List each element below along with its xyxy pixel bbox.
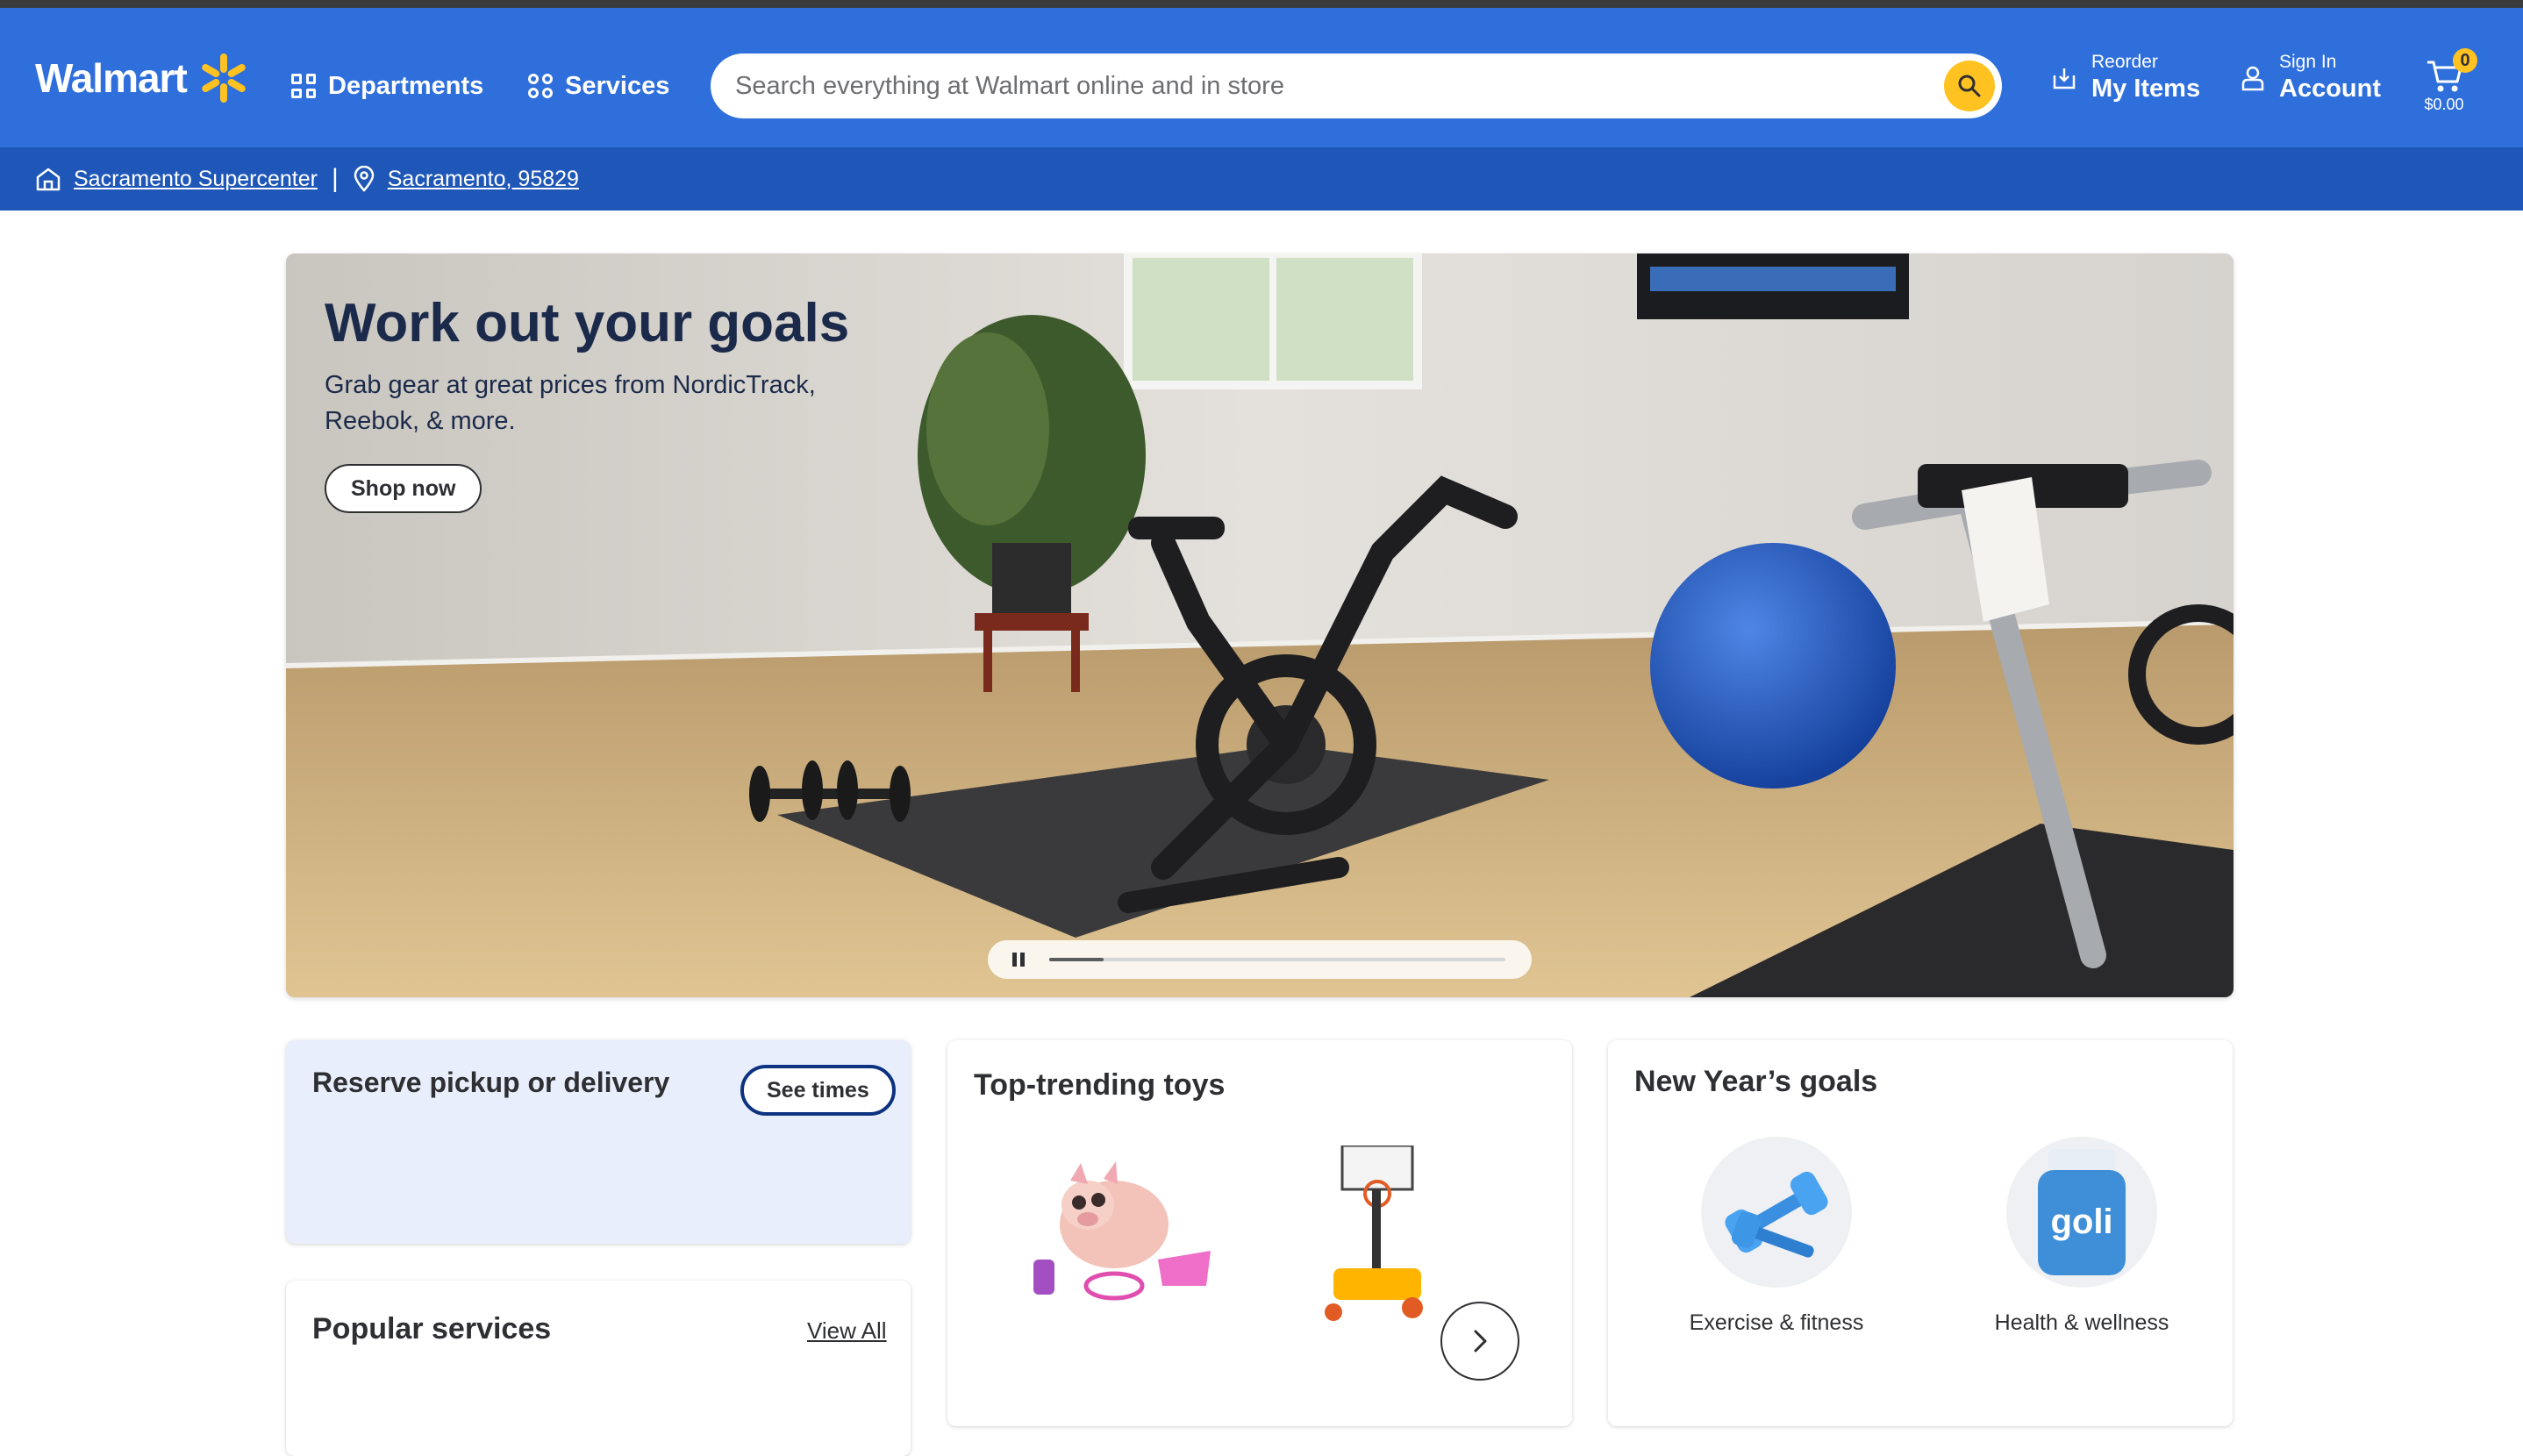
shop-now-button[interactable]: Shop now bbox=[325, 464, 482, 513]
account-icon bbox=[2241, 66, 2264, 90]
services-button[interactable]: Services bbox=[528, 62, 669, 110]
see-times-button[interactable]: See times bbox=[740, 1065, 896, 1116]
toys-title: Top-trending toys bbox=[974, 1068, 1226, 1102]
location-separator: | bbox=[331, 164, 339, 193]
pig-toy-image[interactable] bbox=[1026, 1154, 1219, 1312]
home-gym-photo bbox=[286, 253, 2234, 997]
goals-title: New Year’s goals bbox=[1634, 1065, 1878, 1098]
goal-health-wellness[interactable]: goli Health & wellness bbox=[1968, 1137, 2196, 1336]
carousel-controls bbox=[988, 940, 1532, 979]
next-carousel-button[interactable] bbox=[1440, 1302, 1519, 1381]
store-icon bbox=[36, 168, 61, 191]
services-icon bbox=[528, 74, 553, 98]
sign-in-label: Sign In bbox=[2279, 52, 2337, 72]
reserve-title: Reserve pickup or delivery bbox=[312, 1067, 670, 1098]
new-years-goals-card: New Year’s goals Exercise & fitness goli… bbox=[1608, 1040, 2233, 1426]
account-button[interactable]: Sign In Account bbox=[2241, 52, 2381, 103]
chevron-right-icon bbox=[1474, 1330, 1487, 1353]
zip-link[interactable]: Sacramento, 95829 bbox=[388, 167, 579, 192]
dumbbell-image bbox=[1701, 1137, 1852, 1288]
cart-total: $0.00 bbox=[2424, 96, 2464, 113]
departments-button[interactable]: Departments bbox=[291, 62, 483, 110]
my-items-label: My Items bbox=[2091, 75, 2201, 103]
store-location-bar: Sacramento Supercenter | Sacramento, 958… bbox=[0, 147, 2523, 211]
goal-label: Health & wellness bbox=[1994, 1310, 2169, 1335]
hero-title: Work out your goals bbox=[325, 293, 850, 353]
goal-label: Exercise & fitness bbox=[1689, 1310, 1864, 1335]
carousel-progress-fill bbox=[1049, 958, 1104, 961]
goal-exercise-fitness[interactable]: Exercise & fitness bbox=[1662, 1137, 1890, 1336]
svg-text:goli: goli bbox=[2050, 1203, 2112, 1241]
search-button[interactable] bbox=[1944, 61, 1995, 111]
search-input[interactable] bbox=[735, 71, 1876, 101]
cart-count-badge: 0 bbox=[2453, 48, 2477, 73]
departments-grid-icon bbox=[291, 74, 316, 98]
reorder-label: Reorder bbox=[2091, 52, 2158, 72]
browser-top-strip bbox=[0, 0, 2523, 8]
trending-toys-card: Top-trending toys bbox=[947, 1040, 1572, 1426]
popular-services-card: Popular services View All bbox=[286, 1281, 911, 1456]
basketball-toy-image[interactable] bbox=[1316, 1146, 1439, 1330]
search-bar bbox=[711, 54, 2002, 118]
services-label: Services bbox=[565, 71, 670, 100]
gummies-jar-image: goli bbox=[2006, 1137, 2157, 1288]
departments-label: Departments bbox=[328, 71, 484, 100]
reserve-pickup-card: Reserve pickup or delivery See times bbox=[286, 1040, 911, 1244]
site-header: Walmart Departments Services Search ever… bbox=[0, 8, 2523, 147]
reorder-icon bbox=[2053, 68, 2076, 89]
carousel-progress-track bbox=[1049, 958, 1505, 961]
hero-banner[interactable]: Work out your goals Grab gear at great p… bbox=[286, 253, 2234, 997]
hero-subtitle: Grab gear at great prices from NordicTra… bbox=[325, 371, 816, 435]
walmart-logo[interactable]: Walmart bbox=[35, 52, 248, 104]
popular-services-title: Popular services bbox=[312, 1312, 552, 1345]
spark-icon bbox=[199, 54, 248, 103]
search-icon bbox=[1958, 75, 1981, 97]
cart-button[interactable]: 0 $0.00 bbox=[2418, 48, 2477, 118]
logo-wordmark: Walmart bbox=[35, 55, 188, 101]
store-link[interactable]: Sacramento Supercenter bbox=[74, 167, 318, 192]
reorder-my-items[interactable]: Reorder My Items bbox=[2051, 52, 2200, 103]
location-pin-icon bbox=[354, 166, 374, 192]
view-all-link[interactable]: View All bbox=[807, 1317, 887, 1345]
pause-icon[interactable] bbox=[1012, 953, 1025, 967]
account-label: Account bbox=[2279, 75, 2381, 103]
